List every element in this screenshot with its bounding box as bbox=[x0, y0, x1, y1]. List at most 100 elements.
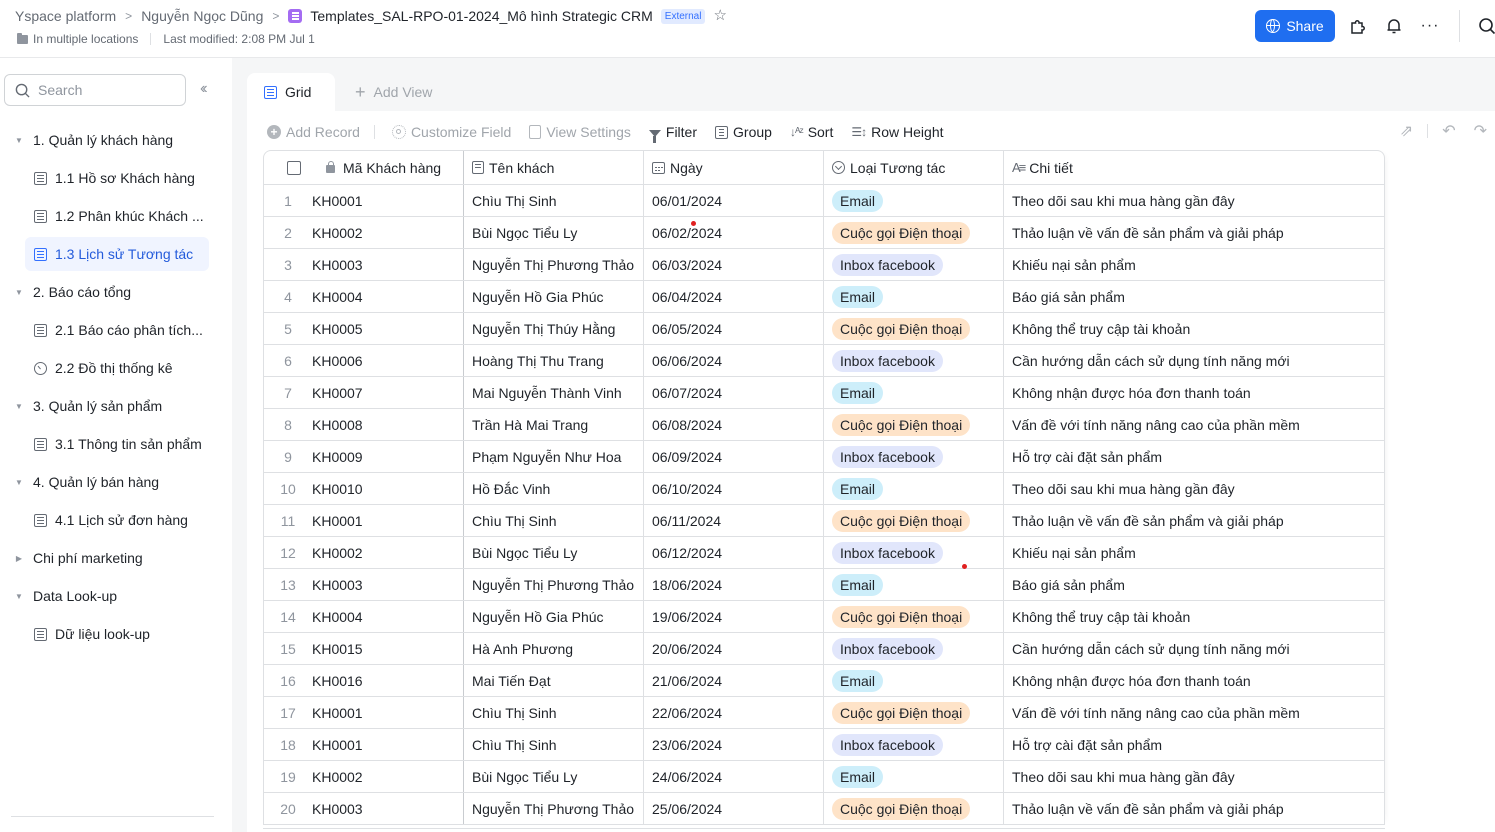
cell-code[interactable]: 8 KH0008 bbox=[264, 409, 464, 440]
cell-type[interactable]: Email bbox=[824, 185, 1004, 216]
sidebar-group-reports[interactable]: ▼ 2. Báo cáo tổng bbox=[0, 273, 232, 311]
sidebar-item-customer-profile[interactable]: 1.1 Hồ sơ Khách hàng bbox=[0, 159, 232, 197]
sidebar-item-stats-chart[interactable]: 2.2 Đồ thị thống kê bbox=[0, 349, 232, 387]
sidebar-item-analysis-report[interactable]: 2.1 Báo cáo phân tích... bbox=[0, 311, 232, 349]
share-out-icon[interactable]: ⇗ bbox=[1400, 121, 1413, 141]
cell-detail[interactable]: Hỗ trợ cài đặt sản phẩm bbox=[1004, 729, 1384, 760]
cell-detail[interactable]: Không thể truy cập tài khoản bbox=[1004, 601, 1384, 632]
cell-name[interactable]: Chìu Thị Sinh bbox=[464, 697, 644, 728]
cell-date[interactable]: 18/06/2024 bbox=[644, 569, 824, 600]
cell-name[interactable]: Bùi Ngọc Tiểu Ly bbox=[464, 217, 644, 248]
cell-detail[interactable]: Theo dõi sau khi mua hàng gần đây bbox=[1004, 185, 1384, 216]
cell-date[interactable]: 06/08/2024 bbox=[644, 409, 824, 440]
star-icon[interactable]: ☆ bbox=[713, 8, 726, 23]
cell-date[interactable]: 06/10/2024 bbox=[644, 473, 824, 504]
sidebar-item-lookup-data[interactable]: Dữ liệu look-up bbox=[0, 615, 232, 653]
caret-down-icon[interactable]: ▼ bbox=[14, 478, 24, 487]
sort-button[interactable]: ↓ᴬᶻ Sort bbox=[790, 124, 833, 140]
table-row[interactable]: 19 KH0002 Bùi Ngọc Tiểu Ly 24/06/2024 Email T… bbox=[264, 761, 1384, 793]
table-row[interactable]: 1 KH0001 Chìu Thị Sinh 06/01/2024 Email Theo … bbox=[264, 185, 1384, 217]
cell-code[interactable]: 4 KH0004 bbox=[264, 281, 464, 312]
caret-down-icon[interactable]: ▼ bbox=[14, 402, 24, 411]
cell-detail[interactable]: Không nhận được hóa đơn thanh toán bbox=[1004, 665, 1384, 696]
sidebar-group-data-lookup[interactable]: ▼ Data Look-up bbox=[0, 577, 232, 615]
cell-detail[interactable]: Theo dõi sau khi mua hàng gần đây bbox=[1004, 761, 1384, 792]
table-row[interactable]: 16 KH0016 Mai Tiến Đạt 21/06/2024 Email Không… bbox=[264, 665, 1384, 697]
cell-date[interactable]: 21/06/2024 bbox=[644, 665, 824, 696]
sidebar-group-sales[interactable]: ▼ 4. Quản lý bán hàng bbox=[0, 463, 232, 501]
cell-type[interactable]: Email bbox=[824, 665, 1004, 696]
table-row[interactable]: 15 KH0015 Hà Anh Phương 20/06/2024 Inbox fac… bbox=[264, 633, 1384, 665]
cell-name[interactable]: Nguyễn Hồ Gia Phúc bbox=[464, 601, 644, 632]
cell-date[interactable]: 06/02/2024 bbox=[644, 217, 824, 248]
cell-name[interactable]: Hoàng Thị Thu Trang bbox=[464, 345, 644, 376]
share-button[interactable]: Share bbox=[1255, 10, 1335, 42]
more-icon[interactable]: ··· bbox=[1418, 14, 1442, 38]
cell-date[interactable]: 06/04/2024 bbox=[644, 281, 824, 312]
cell-code[interactable]: 19 KH0002 bbox=[264, 761, 464, 792]
cell-name[interactable]: Chìu Thị Sinh bbox=[464, 185, 644, 216]
sidebar-group-marketing-cost[interactable]: ▶ Chi phí marketing bbox=[0, 539, 232, 577]
cell-date[interactable]: 06/11/2024 bbox=[644, 505, 824, 536]
sidebar-group-customers[interactable]: ▼ 1. Quản lý khách hàng bbox=[0, 121, 232, 159]
cell-name[interactable]: Mai Nguyễn Thành Vinh bbox=[464, 377, 644, 408]
cell-name[interactable]: Hà Anh Phương bbox=[464, 633, 644, 664]
breadcrumb-workspace[interactable]: Yspace platform bbox=[15, 8, 116, 24]
cell-type[interactable]: Cuộc gọi Điện thoại bbox=[824, 697, 1004, 728]
cell-detail[interactable]: Không nhận được hóa đơn thanh toán bbox=[1004, 377, 1384, 408]
add-record-button[interactable]: + Add Record bbox=[267, 124, 360, 140]
cell-date[interactable]: 19/06/2024 bbox=[644, 601, 824, 632]
cell-type[interactable]: Email bbox=[824, 281, 1004, 312]
table-row[interactable]: 9 KH0009 Phạm Nguyễn Như Hoa 06/09/2024 Inbo… bbox=[264, 441, 1384, 473]
cell-type[interactable]: Email bbox=[824, 569, 1004, 600]
puzzle-icon[interactable] bbox=[1346, 14, 1370, 38]
cell-date[interactable]: 06/01/2024 bbox=[644, 185, 824, 216]
cell-code[interactable]: 1 KH0001 bbox=[264, 185, 464, 216]
cell-date[interactable]: 06/12/2024 bbox=[644, 537, 824, 568]
cell-code[interactable]: 15 KH0015 bbox=[264, 633, 464, 664]
group-button[interactable]: Group bbox=[715, 124, 772, 140]
location-text[interactable]: In multiple locations bbox=[33, 32, 138, 46]
cell-date[interactable]: 06/06/2024 bbox=[644, 345, 824, 376]
table-row[interactable]: 17 KH0001 Chìu Thị Sinh 22/06/2024 Cuộc gọi … bbox=[264, 697, 1384, 729]
cell-code[interactable]: 13 KH0003 bbox=[264, 569, 464, 600]
cell-code[interactable]: 9 KH0009 bbox=[264, 441, 464, 472]
cell-type[interactable]: Cuộc gọi Điện thoại bbox=[824, 409, 1004, 440]
cell-detail[interactable]: Cần hướng dẫn cách sử dụng tính năng mới bbox=[1004, 633, 1384, 664]
cell-date[interactable]: 23/06/2024 bbox=[644, 729, 824, 760]
cell-type[interactable]: Inbox facebook bbox=[824, 249, 1004, 280]
undo-icon[interactable]: ↶ bbox=[1442, 121, 1455, 141]
table-row[interactable]: 20 KH0003 Nguyễn Thị Phương Thảo 25/06/2024… bbox=[264, 793, 1384, 825]
row-height-button[interactable]: ☰↕ Row Height bbox=[851, 124, 943, 140]
cell-detail[interactable]: Khiếu nại sản phẩm bbox=[1004, 249, 1384, 280]
customize-field-button[interactable]: Customize Field bbox=[391, 124, 511, 140]
cell-detail[interactable]: Không thể truy cập tài khoản bbox=[1004, 313, 1384, 344]
cell-code[interactable]: 16 KH0016 bbox=[264, 665, 464, 696]
cell-name[interactable]: Hồ Đắc Vinh bbox=[464, 473, 644, 504]
table-row[interactable]: 14 KH0004 Nguyễn Hồ Gia Phúc 19/06/2024 Cuộc… bbox=[264, 601, 1384, 633]
cell-code[interactable]: 2 KH0002 bbox=[264, 217, 464, 248]
table-row[interactable]: 18 KH0001 Chìu Thị Sinh 23/06/2024 Inbox fac… bbox=[264, 729, 1384, 761]
cell-detail[interactable]: Hỗ trợ cài đặt sản phẩm bbox=[1004, 441, 1384, 472]
cell-name[interactable]: Bùi Ngọc Tiểu Ly bbox=[464, 761, 644, 792]
bell-icon[interactable] bbox=[1382, 14, 1406, 38]
cell-detail[interactable]: Theo dõi sau khi mua hàng gần đây bbox=[1004, 473, 1384, 504]
sidebar-item-customer-segment[interactable]: 1.2 Phân khúc Khách ... bbox=[0, 197, 232, 235]
cell-name[interactable]: Nguyễn Hồ Gia Phúc bbox=[464, 281, 644, 312]
search-icon[interactable] bbox=[1475, 14, 1495, 38]
cell-date[interactable]: 22/06/2024 bbox=[644, 697, 824, 728]
cell-type[interactable]: Cuộc gọi Điện thoại bbox=[824, 505, 1004, 536]
header-type[interactable]: Loại Tương tác bbox=[824, 151, 1004, 184]
sidebar-group-products[interactable]: ▼ 3. Quản lý sản phẩm bbox=[0, 387, 232, 425]
cell-code[interactable]: 14 KH0004 bbox=[264, 601, 464, 632]
table-row[interactable]: 13 KH0003 Nguyễn Thị Phương Thảo 18/06/2024… bbox=[264, 569, 1384, 601]
header-date[interactable]: Ngày bbox=[644, 151, 824, 184]
table-row[interactable]: 12 KH0002 Bùi Ngọc Tiểu Ly 06/12/2024 Inbox … bbox=[264, 537, 1384, 569]
cell-detail[interactable]: Thảo luận về vấn đề sản phẩm và giải phá… bbox=[1004, 505, 1384, 536]
cell-code[interactable]: 7 KH0007 bbox=[264, 377, 464, 408]
cell-type[interactable]: Inbox facebook bbox=[824, 345, 1004, 376]
caret-down-icon[interactable]: ▼ bbox=[14, 288, 24, 297]
cell-type[interactable]: Cuộc gọi Điện thoại bbox=[824, 313, 1004, 344]
cell-date[interactable]: 06/05/2024 bbox=[644, 313, 824, 344]
breadcrumb-owner[interactable]: Nguyễn Ngọc Dũng bbox=[141, 8, 263, 24]
